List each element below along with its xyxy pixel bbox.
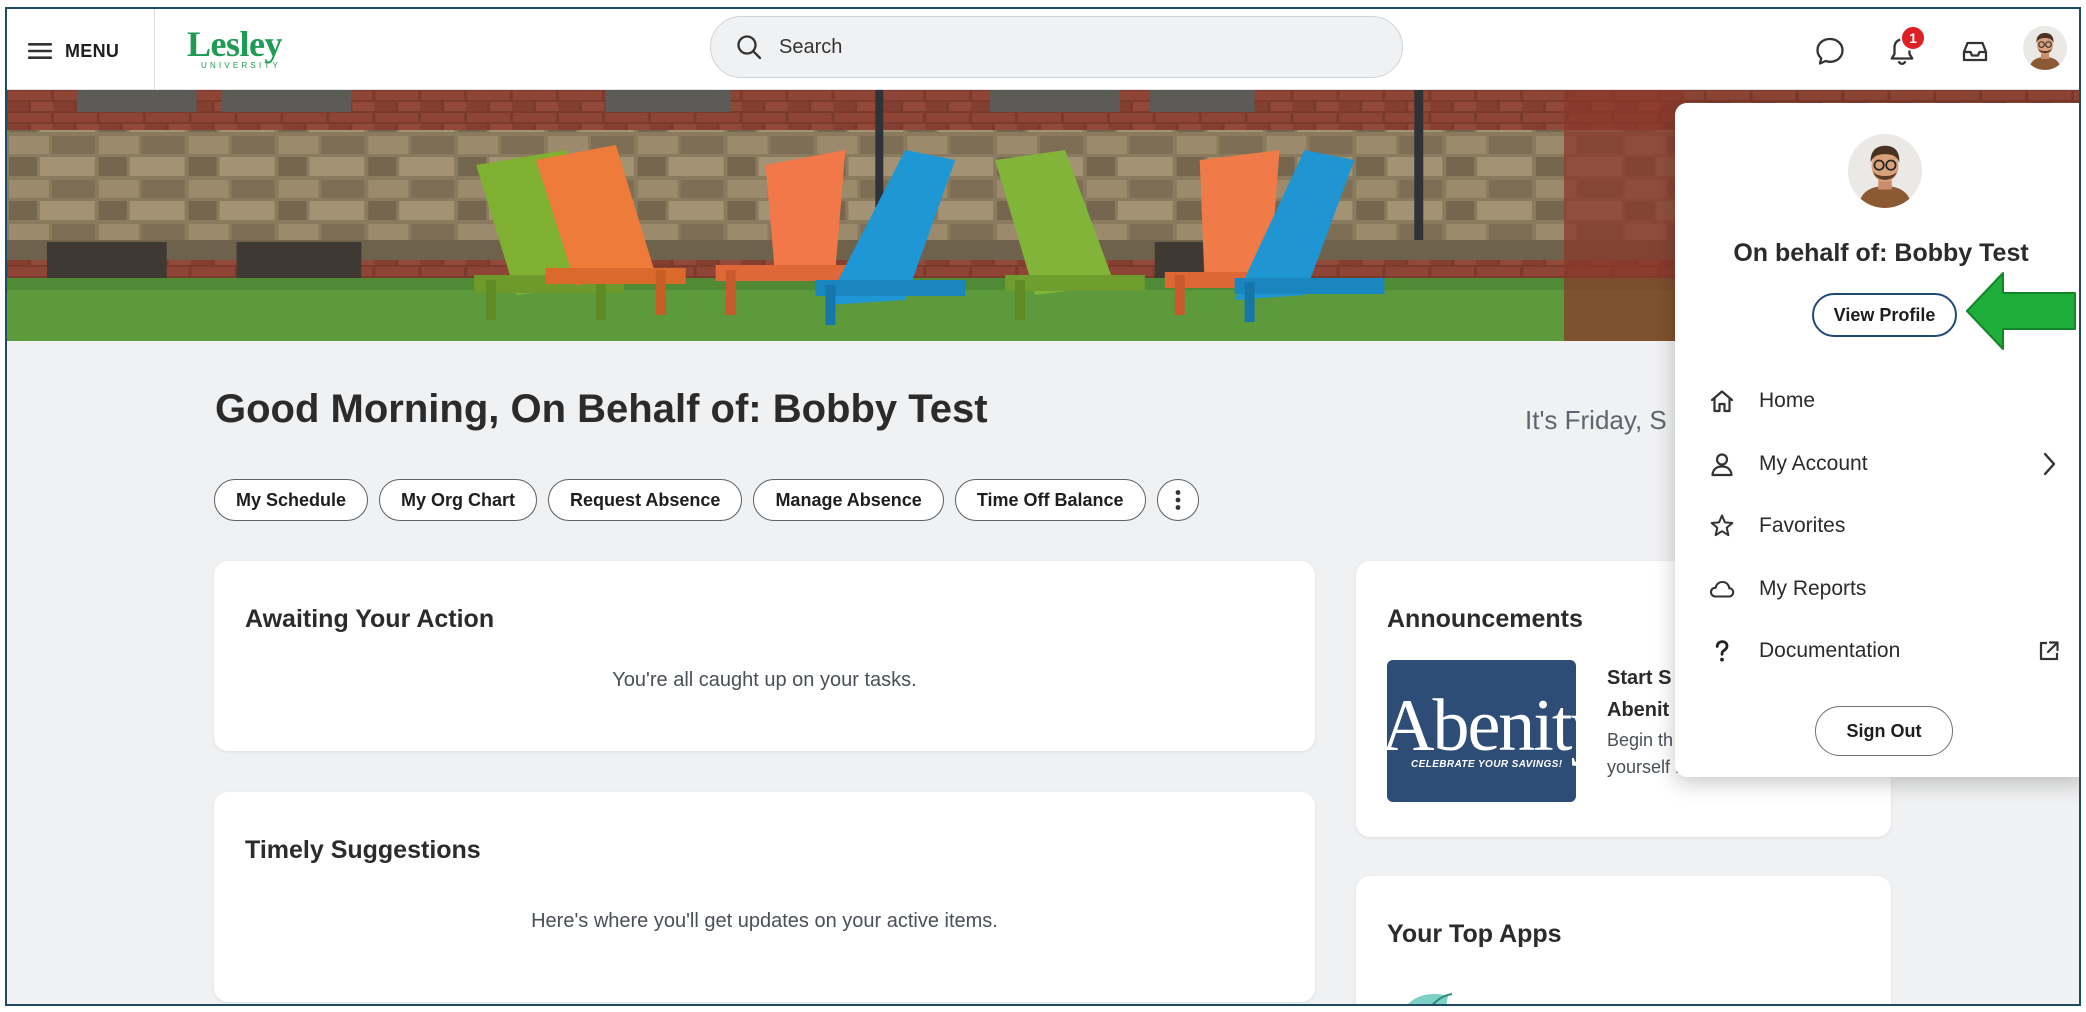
date-text: It's Friday, S	[1525, 405, 1667, 435]
app-window: MENU Lesley UNIVERSITY 1	[5, 7, 2081, 1006]
search-input[interactable]	[779, 35, 1339, 59]
hamburger-icon	[28, 43, 52, 59]
timely-suggestions-title: Timely Suggestions	[245, 836, 481, 864]
view-profile-button[interactable]: View Profile	[1812, 293, 1957, 337]
profile-dropdown: On behalf of: Bobby Test View Profile Ho…	[1675, 103, 2079, 777]
menu-item-favorites[interactable]: Favorites	[1675, 497, 2079, 555]
abenity-logo-word: Abenity	[1387, 685, 1576, 767]
menu-item-my-account[interactable]: My Account	[1675, 435, 2079, 493]
menu-item-home[interactable]: Home	[1675, 372, 2079, 430]
top-apps-card: Your Top Apps	[1356, 876, 1891, 1006]
app-tile-icon[interactable]	[1396, 988, 1456, 1006]
chevron-right-icon	[2035, 450, 2063, 478]
awaiting-action-message: You're all caught up on your tasks.	[612, 669, 917, 691]
question-icon	[1707, 636, 1737, 666]
menu-item-my-reports[interactable]: My Reports	[1675, 560, 2079, 618]
notification-badge: 1	[1900, 25, 1926, 51]
search-icon	[737, 35, 762, 60]
more-vertical-icon	[1175, 490, 1180, 510]
user-avatar[interactable]	[2023, 26, 2067, 70]
timely-suggestions-card: Timely Suggestions Here's where you'll g…	[214, 792, 1315, 1002]
chat-button[interactable]	[1810, 31, 1850, 71]
menu-item-label: My Reports	[1759, 577, 1867, 600]
awaiting-action-title: Awaiting Your Action	[245, 605, 495, 633]
top-bar: MENU Lesley UNIVERSITY 1	[7, 9, 2079, 90]
lesley-logo[interactable]: Lesley UNIVERSITY	[187, 24, 307, 73]
header-divider	[154, 9, 155, 90]
menu-item-label: Home	[1759, 389, 1816, 412]
abenity-tagline: CELEBRATE YOUR SAVINGS!	[1411, 759, 1563, 770]
inbox-icon	[1962, 41, 1988, 62]
my-org-chart-button[interactable]: My Org Chart	[379, 479, 538, 521]
logo-text: Lesley	[187, 24, 282, 64]
timely-suggestions-message: Here's where you'll get updates on your …	[531, 910, 998, 932]
annotation-arrow	[1966, 272, 2076, 350]
quick-actions: My Schedule My Org Chart Request Absence…	[214, 479, 1199, 521]
more-actions-button[interactable]	[1156, 479, 1199, 521]
home-icon	[1707, 386, 1737, 416]
greeting-heading: Good Morning, On Behalf of: Bobby Test	[215, 387, 988, 431]
user-icon	[1707, 449, 1737, 479]
awaiting-action-card: Awaiting Your Action You're all caught u…	[214, 561, 1315, 751]
notifications-button[interactable]: 1	[1882, 25, 1926, 71]
profile-name: On behalf of: Bobby Test	[1733, 239, 2029, 267]
menu-item-documentation[interactable]: Documentation	[1675, 622, 2079, 680]
logo-subtext: UNIVERSITY	[201, 61, 282, 70]
avatar-image	[1848, 134, 1922, 208]
manage-absence-button[interactable]: Manage Absence	[753, 479, 944, 521]
request-absence-button[interactable]: Request Absence	[548, 479, 743, 521]
abenity-image[interactable]: Abenity CELEBRATE YOUR SAVINGS!	[1387, 660, 1576, 802]
search-bar[interactable]	[710, 16, 1403, 78]
sign-out-button[interactable]: Sign Out	[1815, 706, 1953, 756]
external-link-icon	[2035, 637, 2063, 665]
announcements-title: Announcements	[1387, 605, 1583, 633]
menu-button[interactable]: MENU	[27, 33, 119, 69]
my-schedule-button[interactable]: My Schedule	[214, 479, 369, 521]
inbox-button[interactable]	[1955, 31, 1995, 71]
chat-icon	[1816, 37, 1844, 65]
menu-item-label: Documentation	[1759, 639, 1901, 662]
time-off-balance-button[interactable]: Time Off Balance	[954, 479, 1146, 521]
menu-item-label: Favorites	[1759, 514, 1846, 537]
avatar-image	[2023, 26, 2067, 70]
menu-label: MENU	[65, 40, 120, 61]
menu-item-label: My Account	[1759, 452, 1868, 475]
star-icon	[1707, 511, 1737, 541]
top-apps-title: Your Top Apps	[1387, 920, 1562, 948]
cloud-icon	[1707, 574, 1737, 604]
profile-avatar	[1848, 134, 1922, 208]
